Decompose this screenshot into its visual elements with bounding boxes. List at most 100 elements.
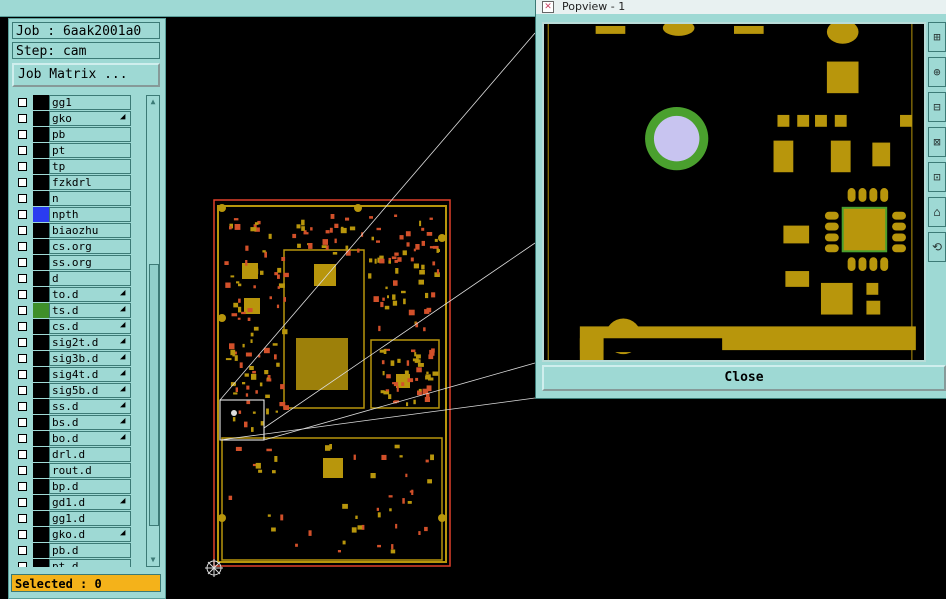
layer-name[interactable]: fzkdrl bbox=[49, 175, 131, 190]
layer-color-swatch[interactable] bbox=[33, 287, 49, 302]
layer-checkbox[interactable] bbox=[18, 178, 27, 187]
scroll-thumb[interactable] bbox=[149, 264, 159, 526]
close-button[interactable]: Close bbox=[542, 365, 946, 391]
layer-row[interactable]: npth bbox=[12, 207, 140, 223]
layer-checkbox[interactable] bbox=[18, 338, 27, 347]
layer-row[interactable]: sig5b.d ◢ bbox=[12, 383, 140, 399]
layer-color-swatch[interactable] bbox=[33, 239, 49, 254]
layer-color-swatch[interactable] bbox=[33, 191, 49, 206]
layer-name[interactable]: bo.d bbox=[49, 431, 131, 446]
layer-row[interactable]: bs.d ◢ bbox=[12, 415, 140, 431]
layer-color-swatch[interactable] bbox=[33, 127, 49, 142]
layer-checkbox[interactable] bbox=[18, 130, 27, 139]
pan-icon[interactable]: ⊟ bbox=[928, 92, 946, 122]
layer-list-scrollbar[interactable]: ▲ ▼ bbox=[146, 95, 160, 567]
layer-name[interactable]: sig4t.d bbox=[49, 367, 131, 382]
layer-name[interactable]: bs.d bbox=[49, 415, 131, 430]
layer-row[interactable]: sig2t.d ◢ bbox=[12, 335, 140, 351]
layer-color-swatch[interactable] bbox=[33, 95, 49, 110]
layer-row[interactable]: drl.d bbox=[12, 447, 140, 463]
layer-name[interactable]: bp.d bbox=[49, 479, 131, 494]
layer-color-swatch[interactable] bbox=[33, 175, 49, 190]
layer-name[interactable]: npth bbox=[49, 207, 131, 222]
layer-name[interactable]: gg1 bbox=[49, 95, 131, 110]
layer-row[interactable]: sig3b.d ◢ bbox=[12, 351, 140, 367]
layer-row[interactable]: gg1 bbox=[12, 95, 140, 111]
layer-checkbox[interactable] bbox=[18, 370, 27, 379]
layer-row[interactable]: gg1.d bbox=[12, 511, 140, 527]
layer-color-swatch[interactable] bbox=[33, 351, 49, 366]
layer-checkbox[interactable] bbox=[18, 434, 27, 443]
layer-color-swatch[interactable] bbox=[33, 143, 49, 158]
layer-checkbox[interactable] bbox=[18, 98, 27, 107]
layer-checkbox[interactable] bbox=[18, 162, 27, 171]
layer-checkbox[interactable] bbox=[18, 210, 27, 219]
layer-color-swatch[interactable] bbox=[33, 255, 49, 270]
layer-color-swatch[interactable] bbox=[33, 463, 49, 478]
home-icon[interactable]: ⌂ bbox=[928, 197, 946, 227]
layer-color-swatch[interactable] bbox=[33, 399, 49, 414]
fit-icon[interactable]: ⊠ bbox=[928, 127, 946, 157]
layer-checkbox[interactable] bbox=[18, 114, 27, 123]
layer-row[interactable]: cs.d ◢ bbox=[12, 319, 140, 335]
layer-name[interactable]: gko.d bbox=[49, 527, 131, 542]
layer-checkbox[interactable] bbox=[18, 194, 27, 203]
layer-row[interactable]: d bbox=[12, 271, 140, 287]
layer-color-swatch[interactable] bbox=[33, 367, 49, 382]
layer-name[interactable]: gko bbox=[49, 111, 131, 126]
layer-checkbox[interactable] bbox=[18, 498, 27, 507]
layer-color-swatch[interactable] bbox=[33, 479, 49, 494]
layer-name[interactable]: pt.d bbox=[49, 559, 131, 567]
layer-checkbox[interactable] bbox=[18, 274, 27, 283]
layer-row[interactable]: sig4t.d ◢ bbox=[12, 367, 140, 383]
layer-name[interactable]: tp bbox=[49, 159, 131, 174]
layer-name[interactable]: ts.d bbox=[49, 303, 131, 318]
layer-row[interactable]: pb bbox=[12, 127, 140, 143]
layer-row[interactable]: biaozhu bbox=[12, 223, 140, 239]
layer-color-swatch[interactable] bbox=[33, 543, 49, 558]
layer-checkbox[interactable] bbox=[18, 146, 27, 155]
layer-color-swatch[interactable] bbox=[33, 335, 49, 350]
layer-name[interactable]: n bbox=[49, 191, 131, 206]
layer-name[interactable]: sig2t.d bbox=[49, 335, 131, 350]
zoom-out-icon[interactable]: ⊕ bbox=[928, 57, 946, 87]
layer-name[interactable]: ss.d bbox=[49, 399, 131, 414]
zoom-in-icon[interactable]: ⊞ bbox=[928, 22, 946, 52]
layer-row[interactable]: gko ◢ bbox=[12, 111, 140, 127]
layer-name[interactable]: gg1.d bbox=[49, 511, 131, 526]
popview-canvas[interactable] bbox=[542, 22, 926, 362]
layer-row[interactable]: ss.org bbox=[12, 255, 140, 271]
layer-color-swatch[interactable] bbox=[33, 271, 49, 286]
layer-name[interactable]: cs.org bbox=[49, 239, 131, 254]
layer-checkbox[interactable] bbox=[18, 546, 27, 555]
layer-color-swatch[interactable] bbox=[33, 159, 49, 174]
layer-row[interactable]: gko.d ◢ bbox=[12, 527, 140, 543]
board-canvas[interactable] bbox=[168, 18, 535, 597]
layer-name[interactable]: drl.d bbox=[49, 447, 131, 462]
scroll-up-icon[interactable]: ▲ bbox=[148, 97, 158, 107]
job-matrix-button[interactable]: Job Matrix ... bbox=[12, 63, 160, 87]
measure-icon[interactable]: ⊡ bbox=[928, 162, 946, 192]
popview-titlebar[interactable]: ✕ Popview - 1 bbox=[536, 0, 946, 14]
popview-close-icon[interactable]: ✕ bbox=[542, 1, 554, 13]
layer-checkbox[interactable] bbox=[18, 306, 27, 315]
layer-color-swatch[interactable] bbox=[33, 111, 49, 126]
layer-name[interactable]: sig3b.d bbox=[49, 351, 131, 366]
layer-color-swatch[interactable] bbox=[33, 383, 49, 398]
layer-row[interactable]: gd1.d ◢ bbox=[12, 495, 140, 511]
layer-checkbox[interactable] bbox=[18, 482, 27, 491]
layer-row[interactable]: ts.d ◢ bbox=[12, 303, 140, 319]
layer-checkbox[interactable] bbox=[18, 418, 27, 427]
layer-color-swatch[interactable] bbox=[33, 527, 49, 542]
layer-name[interactable]: rout.d bbox=[49, 463, 131, 478]
layer-color-swatch[interactable] bbox=[33, 223, 49, 238]
layer-checkbox[interactable] bbox=[18, 290, 27, 299]
layer-name[interactable]: to.d bbox=[49, 287, 131, 302]
layer-row[interactable]: pt.d bbox=[12, 559, 140, 567]
layer-row[interactable]: pt bbox=[12, 143, 140, 159]
layer-checkbox[interactable] bbox=[18, 530, 27, 539]
layer-row[interactable]: rout.d bbox=[12, 463, 140, 479]
layer-checkbox[interactable] bbox=[18, 562, 27, 567]
layer-checkbox[interactable] bbox=[18, 226, 27, 235]
layer-color-swatch[interactable] bbox=[33, 511, 49, 526]
